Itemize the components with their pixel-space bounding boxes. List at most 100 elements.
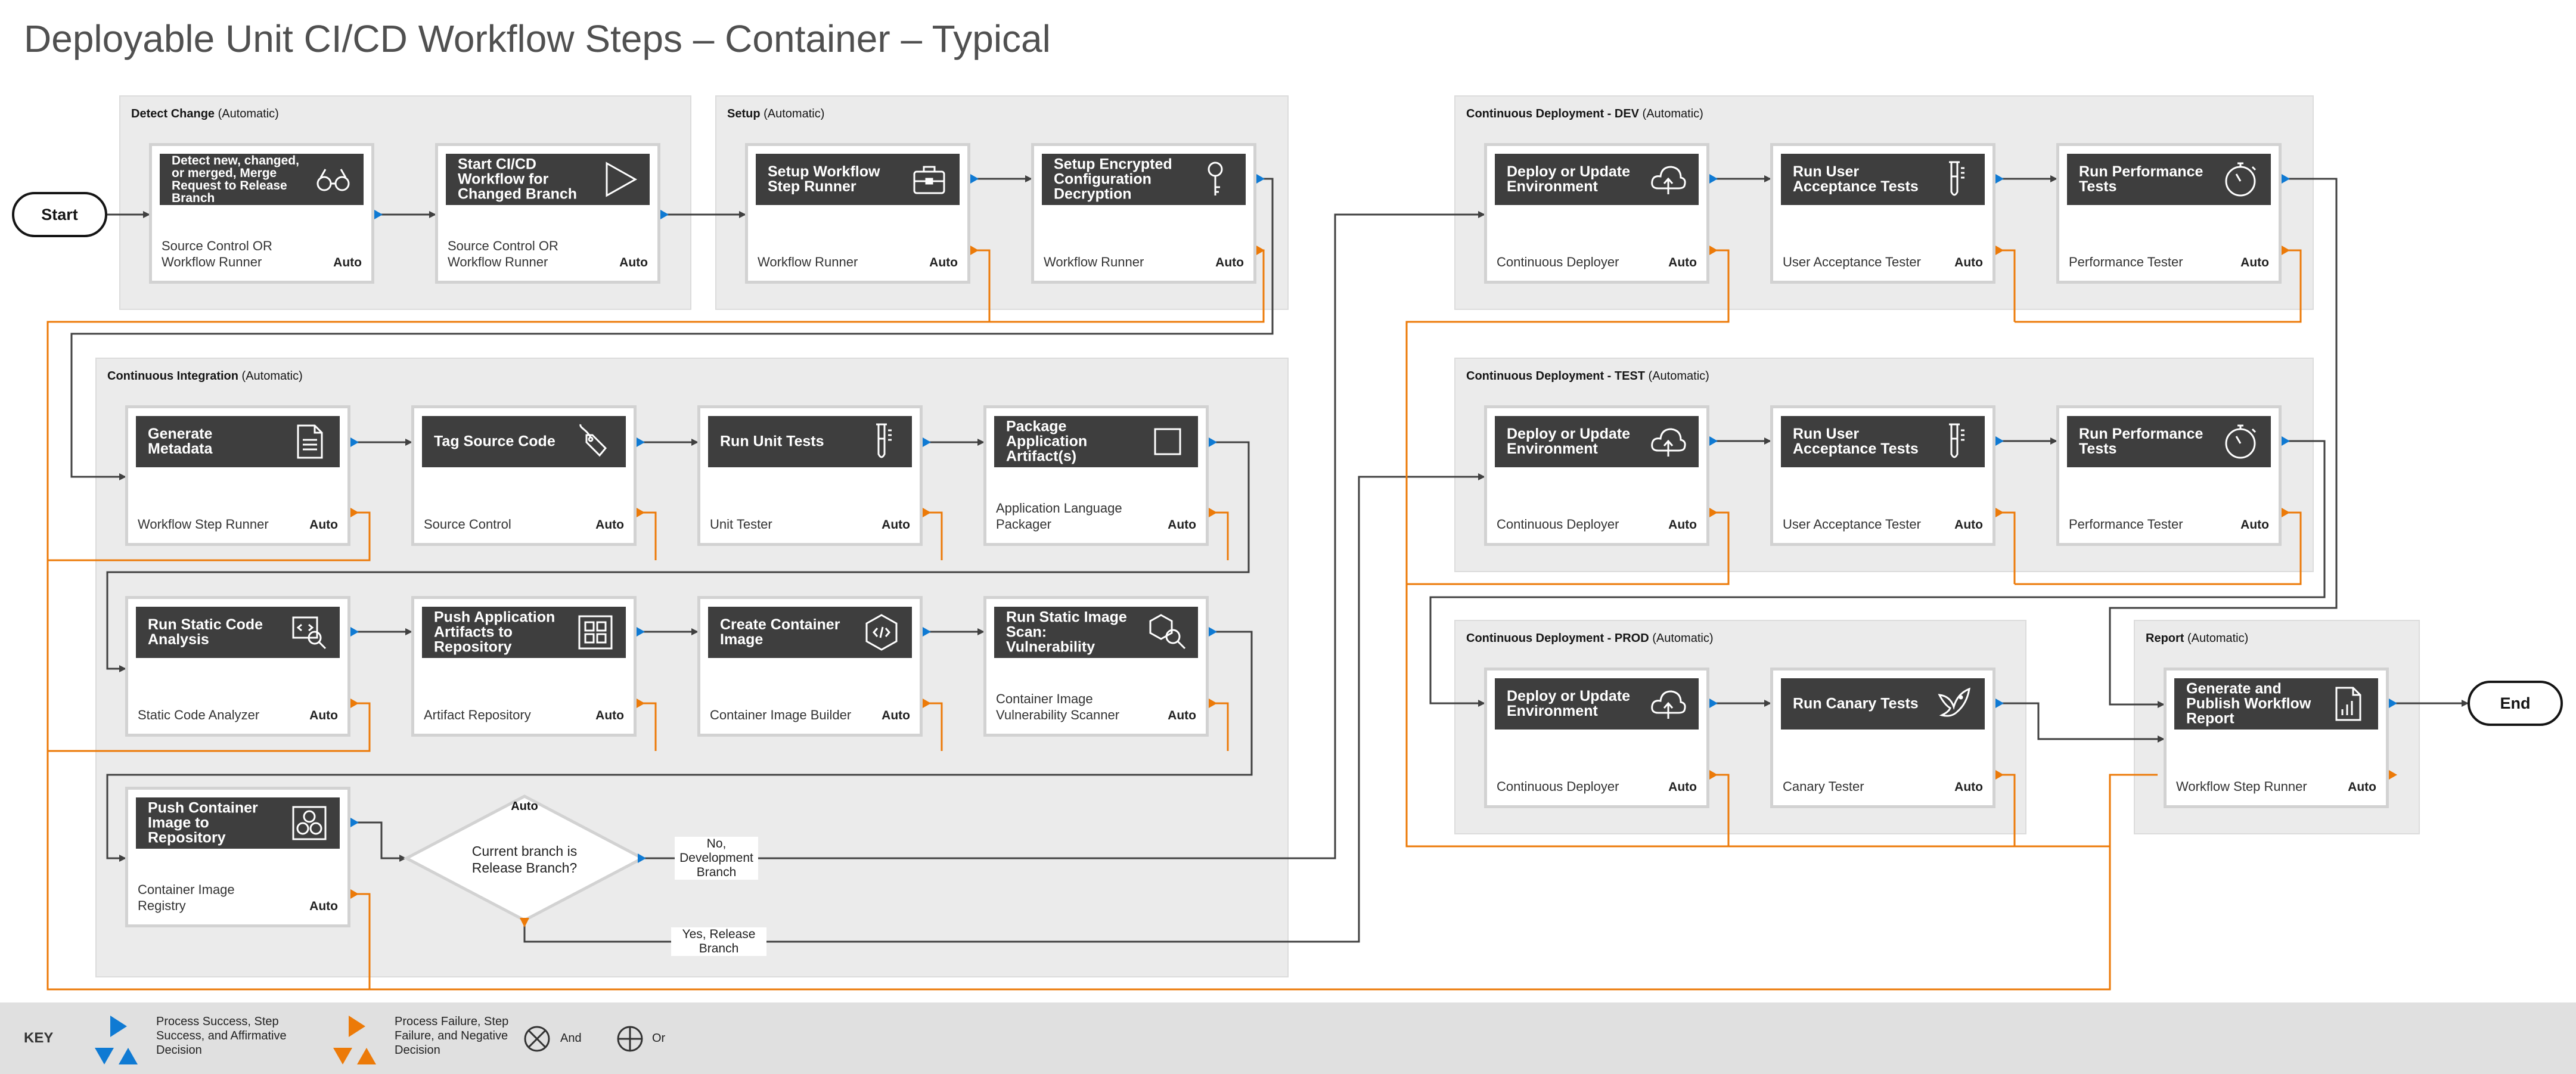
report-icon xyxy=(2335,687,2361,721)
step-header: Push Application Artifacts to Repository xyxy=(422,607,626,658)
step-run-unit-tests[interactable]: Run Unit Tests Unit Tester Auto xyxy=(697,405,923,546)
auto-label: Auto xyxy=(2240,518,2269,532)
cloud-upload-icon xyxy=(1651,428,1686,457)
step-role: User Acceptance Tester xyxy=(1783,254,1921,269)
step-role: Workflow Step Runner xyxy=(2176,779,2307,794)
step-dev-deploy[interactable]: Deploy or Update Environment Continuous … xyxy=(1484,143,1709,284)
step-header: Detect new, changed, or merged, Merge Re… xyxy=(160,154,364,205)
repository-icon xyxy=(578,615,613,650)
step-create-container-image[interactable]: Create Container Image Container Image B… xyxy=(697,596,923,737)
step-test-uat[interactable]: Run User Acceptance Tests User Acceptanc… xyxy=(1770,405,1995,546)
step-generate-metadata[interactable]: Generate Metadata Workflow Step Runner A… xyxy=(125,405,350,546)
stopwatch-icon xyxy=(2225,162,2257,197)
auto-label: Auto xyxy=(1668,518,1697,532)
step-title: Run Performance Tests xyxy=(2079,426,2203,457)
auto-label: Auto xyxy=(1668,256,1697,269)
step-header: Setup Encrypted Configuration Decryption xyxy=(1042,154,1246,205)
step-header: Generate and Publish Workflow Report xyxy=(2174,678,2378,730)
step-role: Unit Tester xyxy=(710,517,772,532)
step-role: Container Image Builder xyxy=(710,707,852,722)
step-detect-change[interactable]: Detect new, changed, or merged, Merge Re… xyxy=(149,143,374,284)
step-start-workflow[interactable]: Start CI/CD Workflow for Changed Branch … xyxy=(435,143,660,284)
step-push-container-image[interactable]: Push Container Image to Repository Conta… xyxy=(125,787,350,927)
step-prod-deploy[interactable]: Deploy or Update Environment Continuous … xyxy=(1484,668,1709,808)
auto-label: Auto xyxy=(2240,256,2269,269)
auto-label: Auto xyxy=(1168,518,1196,532)
decision-yes-label: Yes, Release Branch xyxy=(671,927,766,956)
package-icon xyxy=(1154,428,1181,455)
cloud-upload-icon xyxy=(1651,690,1686,719)
decision-question: Current branch is Release Branch? xyxy=(471,843,578,876)
step-static-code-analysis[interactable]: Run Static Code Analysis Static Code Ana… xyxy=(125,596,350,737)
step-header: Run Canary Tests xyxy=(1781,678,1985,730)
step-title: Create Container Image xyxy=(720,616,840,648)
step-title: Run Static Image Scan: Vulnerability xyxy=(1006,609,1127,656)
step-test-deploy[interactable]: Deploy or Update Environment Continuous … xyxy=(1484,405,1709,546)
step-title: Run Unit Tests xyxy=(720,433,824,450)
failure-triangles-icon xyxy=(333,1016,376,1064)
step-title: Deploy or Update Environment xyxy=(1507,163,1630,195)
auto-label: Auto xyxy=(1954,518,1983,532)
and-icon xyxy=(524,1026,550,1052)
step-header: Run Static Image Scan: Vulnerability xyxy=(994,607,1198,658)
auto-label: Auto xyxy=(309,899,338,913)
step-dev-uat[interactable]: Run User Acceptance Tests User Acceptanc… xyxy=(1770,143,1995,284)
step-title: Start CI/CD Workflow for Changed Branch xyxy=(458,156,578,203)
test-tube-icon xyxy=(1949,161,1964,196)
test-tube-icon xyxy=(876,423,892,458)
step-header: Start CI/CD Workflow for Changed Branch xyxy=(446,154,650,205)
bird-icon xyxy=(1938,687,1970,717)
step-title: Generate Metadata xyxy=(148,426,213,457)
auto-label: Auto xyxy=(1168,709,1196,722)
step-role: Continuous Deployer xyxy=(1497,779,1619,794)
step-push-app-artifacts[interactable]: Push Application Artifacts to Repository… xyxy=(411,596,637,737)
step-role: Workflow Step Runner xyxy=(138,517,269,532)
key-icon xyxy=(1208,162,1223,195)
step-role: Workflow Runner xyxy=(1044,254,1144,269)
code-search-icon xyxy=(292,616,327,650)
step-generate-report[interactable]: Generate and Publish Workflow Report Wor… xyxy=(2164,668,2389,808)
step-dev-performance[interactable]: Run Performance Tests Performance Tester… xyxy=(2056,143,2282,284)
auto-label: Auto xyxy=(2348,780,2376,794)
step-package-artifacts[interactable]: Package Application Artifact(s) Applicat… xyxy=(983,405,1209,546)
step-title: Setup Encrypted Configuration Decryption xyxy=(1054,156,1172,203)
step-title: Push Application Artifacts to Repository xyxy=(434,609,555,656)
step-role: Source Control OR Workflow Runner xyxy=(448,238,558,269)
auto-label: Auto xyxy=(595,709,624,722)
step-prod-canary[interactable]: Run Canary Tests Canary Tester Auto xyxy=(1770,668,1995,808)
step-role: User Acceptance Tester xyxy=(1783,517,1921,532)
auto-label: Auto xyxy=(882,709,910,722)
auto-label: Auto xyxy=(1954,780,1983,794)
step-role: Source Control xyxy=(424,517,511,532)
step-title: Setup Workflow Step Runner xyxy=(768,163,880,195)
step-tag-source-code[interactable]: Tag Source Code Source Control Auto xyxy=(411,405,637,546)
binoculars-icon xyxy=(316,169,350,191)
step-header: Generate Metadata xyxy=(136,416,340,467)
step-title: Run Static Code Analysis xyxy=(148,616,263,648)
key-success-text: Process Success, Step Success, and Affir… xyxy=(156,1015,287,1057)
step-title: Run User Acceptance Tests xyxy=(1793,426,1919,457)
step-test-performance[interactable]: Run Performance Tests Performance Tester… xyxy=(2056,405,2282,546)
step-header: Run Unit Tests xyxy=(708,416,912,467)
step-role: Application Language Packager xyxy=(996,501,1122,532)
step-setup-decryption[interactable]: Setup Encrypted Configuration Decryption… xyxy=(1031,143,1256,284)
image-scan-icon xyxy=(1149,614,1186,650)
step-setup-runner[interactable]: Setup Workflow Step Runner Workflow Runn… xyxy=(745,143,970,284)
step-header: Deploy or Update Environment xyxy=(1495,154,1699,205)
step-title: Run Canary Tests xyxy=(1793,695,1919,712)
key-heading: KEY xyxy=(24,1030,54,1046)
auto-label: Auto xyxy=(619,256,648,269)
auto-label: Auto xyxy=(595,518,624,532)
tag-icon xyxy=(579,424,607,457)
stopwatch-icon xyxy=(2225,424,2257,459)
document-icon xyxy=(297,424,323,459)
container-hex-icon xyxy=(865,614,898,651)
step-static-image-scan[interactable]: Run Static Image Scan: Vulnerability Con… xyxy=(983,596,1209,737)
test-tube-icon xyxy=(1949,423,1964,458)
step-header: Run User Acceptance Tests xyxy=(1781,154,1985,205)
step-role: Artifact Repository xyxy=(424,707,531,722)
step-header: Deploy or Update Environment xyxy=(1495,678,1699,730)
step-header: Run Performance Tests xyxy=(2067,416,2271,467)
step-header: Run Static Code Analysis xyxy=(136,607,340,658)
decision-auto-label: Auto xyxy=(511,800,538,813)
